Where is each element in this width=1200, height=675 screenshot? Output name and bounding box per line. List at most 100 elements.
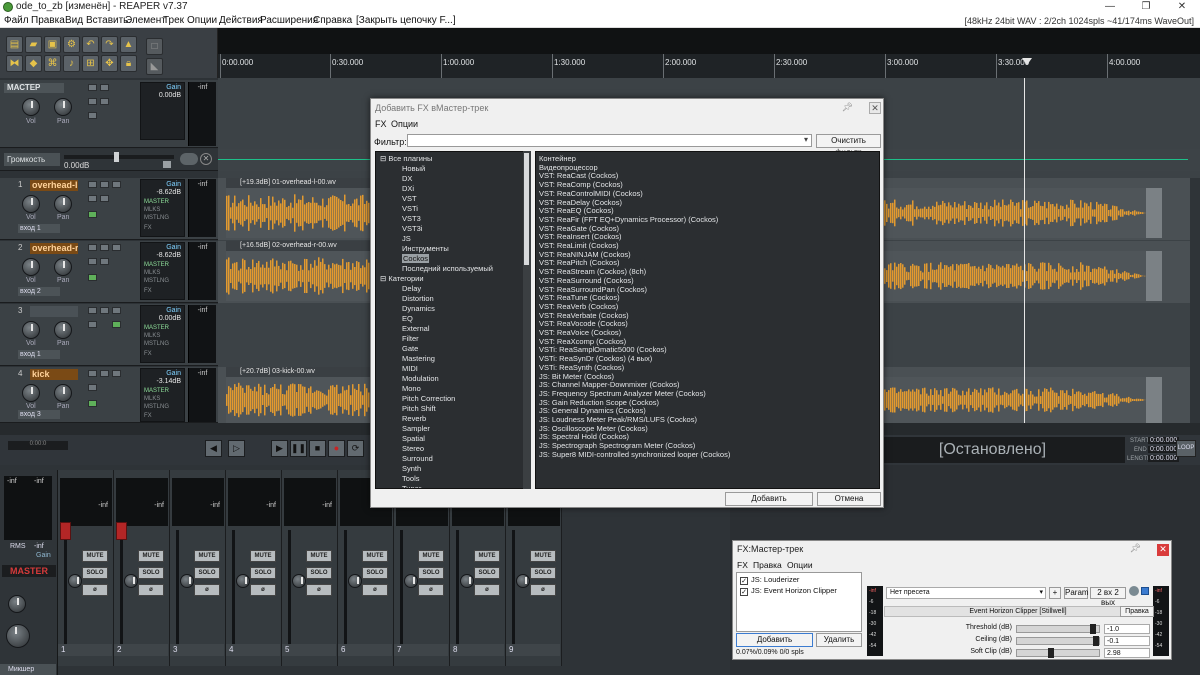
fx-chain-item[interactable]: ✓ JS: Event Horizon Clipper [740, 586, 837, 596]
chain-menu-options[interactable]: Опции [787, 560, 813, 570]
preset-dropdown[interactable]: Нет пресета ▾ [886, 587, 1046, 599]
dialog-menu-fx[interactable]: FX [375, 119, 387, 129]
checkbox[interactable]: ✓ [740, 577, 748, 585]
plugin-list-item[interactable]: JS: Frequency Spectrum Analyzer Meter (C… [539, 389, 706, 398]
solo-button[interactable]: SOLO [418, 567, 444, 579]
param-value-input[interactable]: 2.98 [1104, 648, 1150, 658]
pin-icon[interactable]: 📌︎ [1130, 543, 1141, 554]
param-slider-handle[interactable] [1090, 624, 1096, 634]
open-project-icon[interactable]: ▰ [25, 36, 42, 53]
go-to-end-icon[interactable]: ▷ [228, 440, 245, 457]
menu-edit[interactable]: Правка [31, 14, 65, 28]
tree-item[interactable]: Spatial [402, 434, 425, 443]
loop-button[interactable]: LOOP [1176, 440, 1196, 457]
plugin-list-item[interactable]: Контейнер [539, 154, 576, 163]
tree-scrollbar[interactable] [523, 151, 531, 489]
pan-knob[interactable] [54, 321, 72, 339]
param-slider[interactable] [1016, 624, 1100, 634]
mute-button[interactable] [100, 307, 109, 314]
fader-handle[interactable] [116, 522, 127, 540]
plugin-list[interactable]: Контейнер Видеопроцессор VST: ReaCast (Coc… [535, 151, 880, 489]
tree-item[interactable]: Reverb [402, 414, 426, 423]
tree-item[interactable]: DX [402, 174, 412, 183]
bypass-icon[interactable] [1129, 586, 1139, 596]
tree-item[interactable]: VSTi [402, 204, 418, 213]
play-icon[interactable]: ▶ [271, 440, 288, 457]
fader-track[interactable] [120, 530, 123, 650]
param-value-input[interactable]: -0.1 [1104, 636, 1150, 646]
master-pan-knob[interactable] [54, 98, 72, 116]
master-pan-knob[interactable] [8, 595, 26, 613]
ripple-edit-icon[interactable]: ⧓ [6, 55, 23, 72]
plugin-list-item[interactable]: VST: ReaVerb (Cockos) [539, 302, 618, 311]
plugin-list-item[interactable]: VST: ReaInsert (Cockos) [539, 232, 622, 241]
record-arm-button[interactable] [88, 307, 97, 314]
volume-knob[interactable] [22, 195, 40, 213]
mute-button[interactable]: MUTE [362, 550, 388, 562]
fx-chain-list[interactable]: ✓ JS: Louderizer ✓ JS: Event Horizon Clipp… [736, 572, 862, 632]
solo-button[interactable]: SOLO [306, 567, 332, 579]
tree-item[interactable]: Stereo [402, 444, 424, 453]
filter-input[interactable]: ▾ [407, 134, 812, 147]
input-label[interactable]: вход 1 [18, 350, 60, 359]
chain-menu-edit[interactable]: Правка [753, 560, 782, 570]
plugin-list-item[interactable]: JS: Spectral Hold (Cockos) [539, 432, 629, 441]
solo-button[interactable]: SOLO [474, 567, 500, 579]
track-header[interactable]: 1 overhead-l Vol Pan вход 1 Gain -8.62dB… [0, 178, 218, 240]
mute-button[interactable] [100, 244, 109, 251]
master-volume-slider[interactable] [64, 155, 174, 159]
plugin-list-item[interactable]: VST: ReaLimit (Cockos) [539, 241, 619, 250]
tree-item[interactable]: Новый [402, 164, 425, 173]
plugin-list-item[interactable]: VST: ReaVerbate (Cockos) [539, 311, 629, 320]
plugin-list-item[interactable]: VST: ReaControlMIDI (Cockos) [539, 189, 643, 198]
param-slider[interactable] [1016, 636, 1100, 646]
solo-button[interactable] [112, 307, 121, 314]
redo-icon[interactable]: ↷ [101, 36, 118, 53]
tree-item[interactable]: DXi [402, 184, 414, 193]
tree-item[interactable]: Sampler [402, 424, 430, 433]
new-project-icon[interactable]: ▤ [6, 36, 23, 53]
plugin-list-item[interactable]: VST: ReaPitch (Cockos) [539, 258, 619, 267]
plugin-list-item[interactable]: VST: ReaVocode (Cockos) [539, 319, 628, 328]
vertical-scrollbar[interactable] [1190, 178, 1200, 423]
plugin-list-item[interactable]: JS: Bit Meter (Cockos) [539, 372, 614, 381]
pan-knob[interactable] [124, 574, 138, 588]
fader-handle[interactable] [60, 522, 71, 540]
param-button[interactable]: Param [1064, 587, 1089, 599]
phase-button[interactable]: ø [530, 584, 556, 596]
snap-icon[interactable]: ⊞ [82, 55, 99, 72]
track-name[interactable]: overhead-l [30, 180, 78, 191]
plugin-list-item[interactable]: VST: ReaStream (Cockos) (8ch) [539, 267, 646, 276]
length-value[interactable]: 0:00.000 [1148, 455, 1180, 462]
chain-remove-button[interactable]: Удалить [816, 633, 862, 647]
pan-knob[interactable] [236, 574, 250, 588]
tree-folder[interactable]: ⊟ Все плагины [380, 154, 432, 163]
plugin-list-item[interactable]: VSTi: ReaSamplOmatic5000 (Cockos) [539, 345, 667, 354]
master-fx-bypass-button[interactable] [100, 98, 109, 105]
plugin-list-item[interactable]: VST: ReaXcomp (Cockos) [539, 337, 626, 346]
pan-knob[interactable] [516, 574, 530, 588]
master-env-toggle-icon[interactable] [180, 153, 198, 165]
start-value[interactable]: 0:00.000 [1148, 437, 1180, 444]
menu-close-chain[interactable]: [Закрыть цепочку F...] [356, 14, 456, 28]
undo-icon[interactable]: ↶ [82, 36, 99, 53]
mixer-tab[interactable]: Микшер [0, 664, 56, 675]
volume-knob[interactable] [22, 258, 40, 276]
menu-options[interactable]: Опции [187, 14, 217, 28]
fader-track[interactable] [344, 530, 347, 650]
pan-knob[interactable] [68, 574, 82, 588]
tree-item[interactable]: External [402, 324, 430, 333]
phase-button[interactable]: ø [474, 584, 500, 596]
io-routing-button[interactable]: 2 вх 2 вых [1090, 587, 1126, 607]
menu-item[interactable]: Элемент [125, 14, 166, 28]
fader-track[interactable] [176, 530, 179, 650]
menu-help[interactable]: Справка [313, 14, 352, 28]
track-header[interactable]: 4 kick Vol Pan вход 3 Gain -3.14dB MASTE… [0, 367, 218, 423]
phase-button[interactable]: ø [194, 584, 220, 596]
tree-item[interactable]: Инструменты [402, 244, 449, 253]
close-fx-chain-icon[interactable]: ✕ [1157, 544, 1169, 556]
minimize-button[interactable]: — [1092, 0, 1128, 14]
record-icon[interactable]: ● [328, 440, 345, 457]
plugin-list-item[interactable]: VST: ReaSurround (Cockos) [539, 276, 634, 285]
tree-item[interactable]: Surround [402, 454, 433, 463]
